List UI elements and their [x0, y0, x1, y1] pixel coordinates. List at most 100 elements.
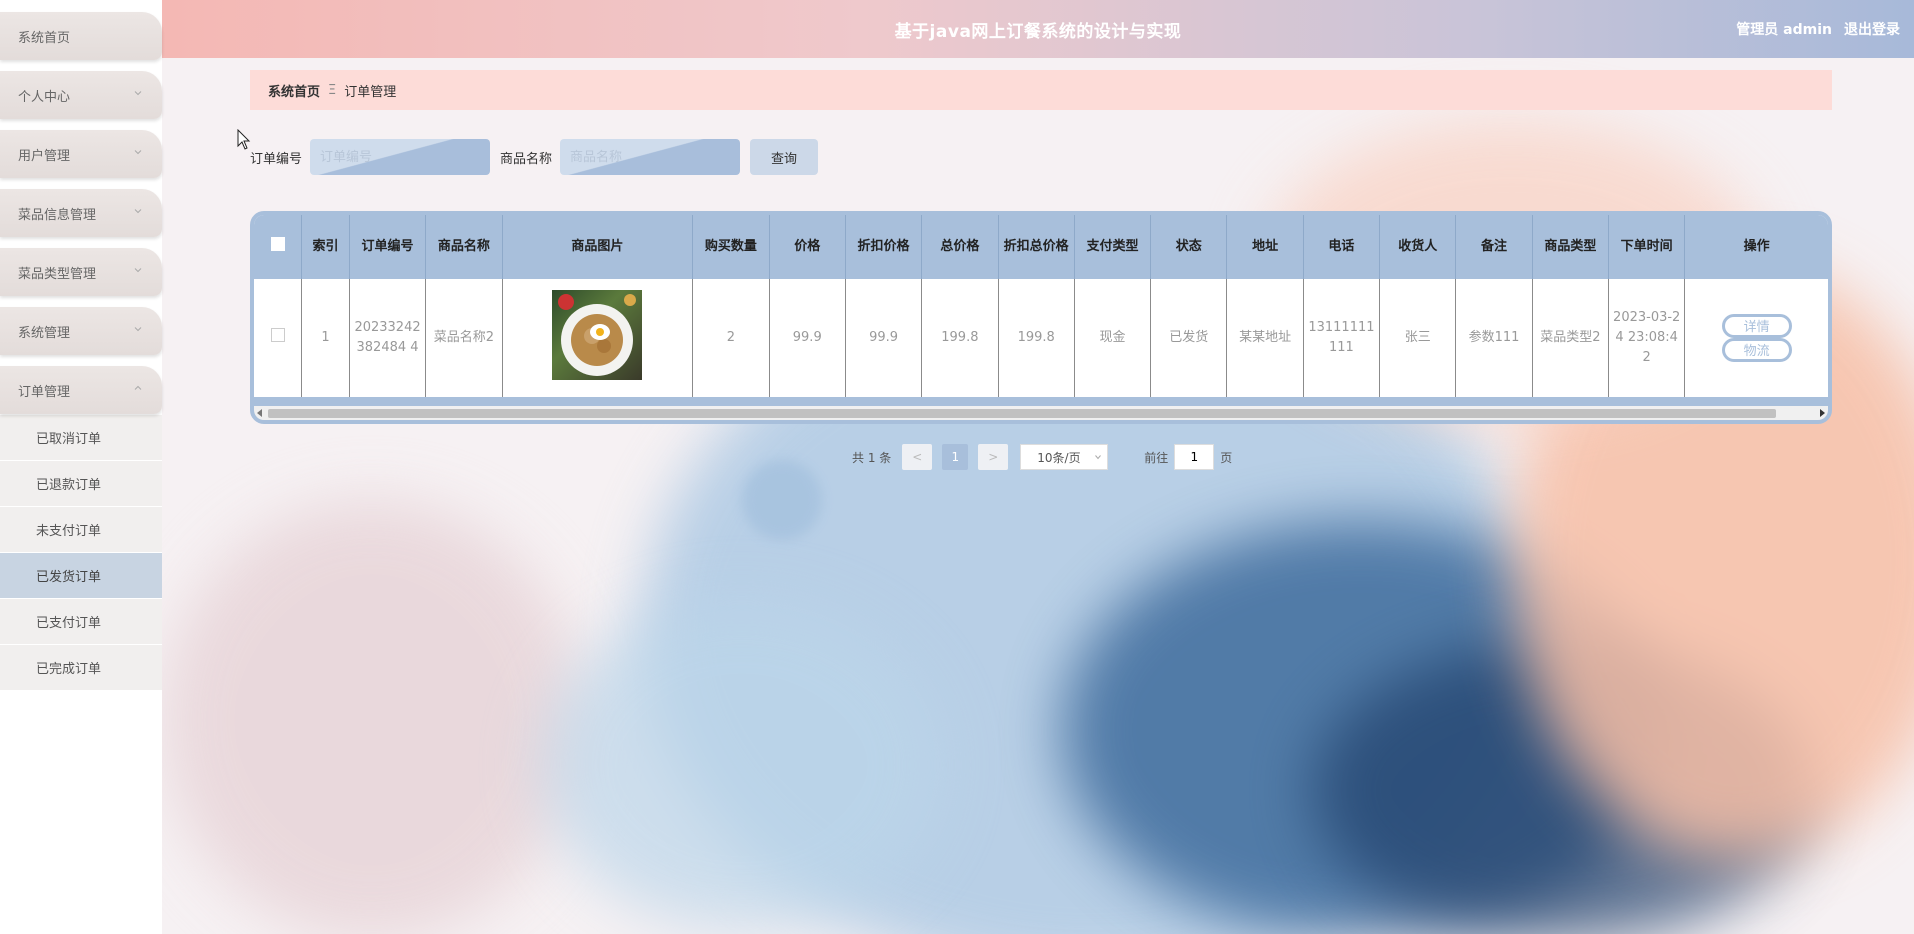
- row-checkbox[interactable]: [270, 327, 285, 342]
- sidebar-item-label: 菜品类型管理: [18, 266, 97, 282]
- breadcrumb: 系统首页 Ξ 订单管理: [250, 70, 1832, 110]
- column-header: 商品名称: [425, 215, 503, 279]
- sidebar-item-label: 系统管理: [18, 325, 71, 341]
- chevron-down-icon: [134, 150, 142, 155]
- page-size-value: 10条/页: [1037, 450, 1081, 465]
- prev-page-button[interactable]: <: [902, 444, 933, 470]
- chevron-down-icon: [134, 91, 142, 96]
- cell-status: 已发货: [1150, 279, 1228, 397]
- cell-index: 1: [301, 279, 350, 397]
- select-all-cell: [254, 215, 303, 279]
- submenu-refunded-orders[interactable]: 已退款订单: [0, 461, 162, 507]
- column-header: 索引: [301, 215, 350, 279]
- column-header: 收货人: [1379, 215, 1457, 279]
- sidebar-item-label: 订单管理: [18, 384, 71, 400]
- sidebar-item-system[interactable]: 系统管理: [0, 307, 162, 355]
- goto-label: 前往: [1144, 450, 1169, 465]
- column-header: 电话: [1303, 215, 1381, 279]
- logistics-button[interactable]: 物流: [1721, 338, 1792, 362]
- pagination: 共 1 条 < 1 > 10条/页 前往 页: [852, 444, 1232, 470]
- sidebar-item-dish-info[interactable]: 菜品信息管理: [0, 189, 162, 237]
- goods-name-input[interactable]: [560, 139, 741, 175]
- cell-price: 99.9: [769, 279, 846, 397]
- sidebar-item-orders[interactable]: 订单管理: [0, 366, 162, 414]
- app-title: 基于java网上订餐系统的设计与实现: [894, 21, 1182, 42]
- table-header-row: 索引 订单编号 商品名称 商品图片 购买数量 价格 折扣价格 总价格 折扣总价格…: [254, 215, 1828, 279]
- logout-link[interactable]: 退出登录: [1844, 19, 1900, 39]
- mouse-cursor-icon: [237, 129, 251, 150]
- cell-address: 某某地址: [1226, 279, 1304, 397]
- table-row: 1 20233242382484 4 菜品名称2 2 99.9 99.9 199…: [254, 279, 1828, 397]
- breadcrumb-home[interactable]: 系统首页: [268, 81, 320, 100]
- column-header: 状态: [1150, 215, 1228, 279]
- next-page-button[interactable]: >: [978, 444, 1009, 470]
- select-all-checkbox[interactable]: [270, 237, 285, 251]
- submenu-cancelled-orders[interactable]: 已取消订单: [0, 415, 162, 461]
- order-no-label: 订单编号: [250, 151, 303, 167]
- page-suffix: 页: [1220, 450, 1233, 465]
- column-header: 商品图片: [502, 215, 694, 279]
- sidebar-item-label: 系统首页: [18, 30, 71, 46]
- table-horizontal-scrollbar[interactable]: [254, 406, 1828, 420]
- sidebar-item-dish-type[interactable]: 菜品类型管理: [0, 248, 162, 296]
- query-button[interactable]: 查询: [750, 139, 819, 175]
- orders-submenu: 已取消订单 已退款订单 未支付订单 已发货订单 已支付订单 已完成订单: [0, 415, 162, 691]
- header-user-area: 管理员 admin 退出登录: [1736, 0, 1900, 58]
- column-header: 下单时间: [1608, 215, 1686, 279]
- row-select-cell: [254, 279, 303, 397]
- sidebar-item-personal-center[interactable]: 个人中心: [0, 71, 162, 119]
- total-count: 共 1 条: [852, 450, 892, 465]
- detail-button[interactable]: 详情: [1721, 314, 1792, 338]
- column-header: 购买数量: [692, 215, 770, 279]
- cell-goods-image: [502, 279, 694, 397]
- page-size-select[interactable]: 10条/页: [1020, 444, 1109, 470]
- submenu-shipped-orders[interactable]: 已发货订单: [0, 553, 162, 599]
- column-header: 折扣总价格: [998, 215, 1075, 279]
- column-header: 地址: [1226, 215, 1304, 279]
- cell-actions: 详情物流: [1685, 279, 1828, 397]
- cell-phone: 13111111111: [1303, 279, 1381, 397]
- sidebar-item-home[interactable]: 系统首页: [0, 12, 162, 60]
- cell-remark: 参数111: [1455, 279, 1533, 397]
- sidebar-item-label: 个人中心: [18, 89, 71, 105]
- column-header: 备注: [1455, 215, 1533, 279]
- cell-pay-type: 现金: [1074, 279, 1152, 397]
- scroll-right-arrow-icon[interactable]: [1820, 409, 1825, 417]
- sidebar-item-user-management[interactable]: 用户管理: [0, 130, 162, 178]
- sidebar: 系统首页 个人中心 用户管理 菜品信息管理 菜品类型管理 系统管理 订单管理 已…: [0, 0, 162, 934]
- scroll-left-arrow-icon[interactable]: [257, 409, 262, 417]
- chevron-down-icon: [134, 209, 142, 214]
- column-header: 订单编号: [349, 215, 427, 279]
- breadcrumb-current: 订单管理: [344, 84, 397, 100]
- page-number-button[interactable]: 1: [942, 444, 969, 470]
- sidebar-item-label: 用户管理: [18, 148, 71, 164]
- submenu-completed-orders[interactable]: 已完成订单: [0, 645, 162, 691]
- chevron-up-icon: [134, 385, 142, 390]
- cell-receiver: 张三: [1379, 279, 1457, 397]
- column-header: 价格: [769, 215, 846, 279]
- column-header: 总价格: [921, 215, 999, 279]
- sidebar-item-label: 菜品信息管理: [18, 207, 97, 223]
- top-header: 基于java网上订餐系统的设计与实现 管理员 admin 退出登录: [162, 0, 1914, 58]
- goods-name-label: 商品名称: [500, 151, 553, 167]
- orders-table-container: 索引 订单编号 商品名称 商品图片 购买数量 价格 折扣价格 总价格 折扣总价格…: [250, 211, 1832, 424]
- scrollbar-thumb[interactable]: [268, 409, 1776, 418]
- submenu-paid-orders[interactable]: 已支付订单: [0, 599, 162, 645]
- breadcrumb-separator: Ξ: [328, 82, 337, 98]
- chevron-down-icon: [134, 327, 142, 332]
- column-header: 操作: [1684, 215, 1828, 279]
- food-image: [552, 289, 643, 380]
- cell-goods-name: 菜品名称2: [425, 279, 503, 397]
- cell-goods-type: 菜品类型2: [1532, 279, 1610, 397]
- orders-table: 索引 订单编号 商品名称 商品图片 购买数量 价格 折扣价格 总价格 折扣总价格…: [254, 215, 1828, 397]
- cell-order-no: 20233242382484 4: [349, 279, 427, 397]
- submenu-unpaid-orders[interactable]: 未支付订单: [0, 507, 162, 553]
- column-header: 商品类型: [1532, 215, 1610, 279]
- column-header: 折扣价格: [845, 215, 923, 279]
- column-header: 支付类型: [1074, 215, 1152, 279]
- chevron-down-icon: [1095, 455, 1102, 460]
- goto-page-input[interactable]: [1174, 444, 1215, 470]
- cell-quantity: 2: [692, 279, 770, 397]
- order-no-input[interactable]: [310, 139, 491, 175]
- user-label: 管理员 admin: [1736, 22, 1832, 38]
